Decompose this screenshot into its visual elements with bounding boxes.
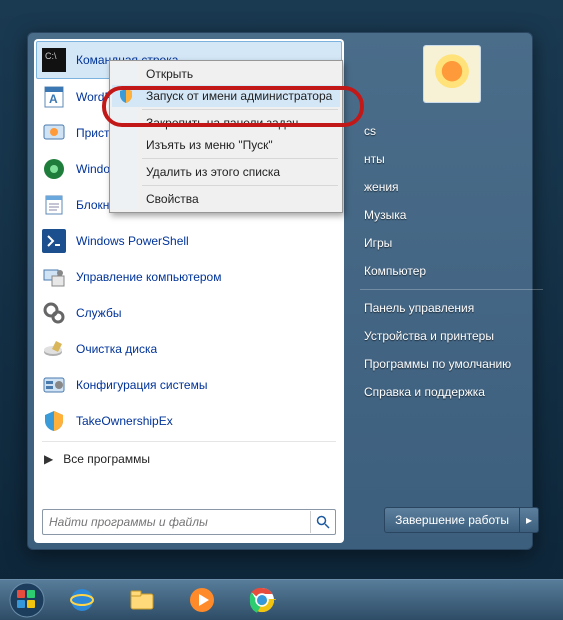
chevron-right-icon[interactable]: ▸ (520, 508, 538, 532)
right-link[interactable]: Справка и поддержка (350, 378, 553, 406)
shutdown-label: Завершение работы (385, 508, 520, 532)
shutdown-button[interactable]: Завершение работы ▸ (384, 507, 539, 533)
powershell-icon (40, 227, 68, 255)
takeownership-icon (40, 407, 68, 435)
program-item-msconfig[interactable]: Конфигурация системы (36, 367, 342, 403)
right-link[interactable]: Игры (350, 229, 553, 257)
program-item-disk-cleanup[interactable]: Очистка диска (36, 331, 342, 367)
right-link[interactable]: нты (350, 145, 553, 173)
separator (42, 441, 336, 442)
shield-icon (118, 88, 134, 104)
program-item-takeownership[interactable]: TakeOwnershipEx (36, 403, 342, 439)
all-programs[interactable]: ▶ Все программы (36, 444, 342, 474)
right-link[interactable]: Панель управления (350, 294, 553, 322)
program-item-services[interactable]: Службы (36, 295, 342, 331)
cmd-icon: C:\ (40, 46, 68, 74)
right-link[interactable]: жения (350, 173, 553, 201)
chevron-right-icon: ▶ (44, 452, 53, 466)
program-label: Управление компьютером (76, 270, 221, 284)
program-label: Windows PowerShell (76, 234, 189, 248)
context-item-properties[interactable]: Свойства (112, 188, 340, 210)
notepad-icon (40, 191, 68, 219)
disk-cleanup-icon (40, 335, 68, 363)
computer-mgmt-icon (40, 263, 68, 291)
right-link[interactable]: cs (350, 117, 553, 145)
taskbar-chrome[interactable] (234, 582, 290, 618)
program-label: Службы (76, 306, 121, 320)
services-icon (40, 299, 68, 327)
separator (142, 185, 338, 186)
context-item-open[interactable]: Открыть (112, 63, 340, 85)
context-menu: Открыть Запуск от имени администратора З… (109, 60, 343, 213)
svg-text:C:\: C:\ (45, 51, 57, 61)
user-avatar[interactable] (423, 45, 481, 103)
svg-text:A: A (49, 92, 58, 106)
program-label: Конфигурация системы (76, 378, 207, 392)
taskbar-wmp[interactable] (174, 582, 230, 618)
getting-started-icon (40, 119, 68, 147)
start-menu-right-pane: cs нты жения Музыка Игры Компьютер Панел… (350, 39, 553, 543)
wordpad-icon: A (40, 83, 68, 111)
program-label: Очистка диска (76, 342, 157, 356)
taskbar-ie[interactable] (54, 582, 110, 618)
context-item-remove-list[interactable]: Удалить из этого списка (112, 161, 340, 183)
program-label: TakeOwnershipEx (76, 414, 173, 428)
all-programs-label: Все программы (63, 452, 150, 466)
right-link[interactable]: Компьютер (350, 257, 553, 285)
taskbar-explorer[interactable] (114, 582, 170, 618)
right-link[interactable]: Программы по умолчанию (350, 350, 553, 378)
search-input[interactable] (43, 512, 310, 532)
right-link[interactable]: Музыка (350, 201, 553, 229)
search-icon[interactable] (310, 511, 335, 533)
context-item-pin-taskbar[interactable]: Закрепить на панели задач (112, 112, 340, 134)
right-link[interactable]: Устройства и принтеры (350, 322, 553, 350)
context-item-unpin-start[interactable]: Изъять из меню "Пуск" (112, 134, 340, 156)
program-item-computer-mgmt[interactable]: Управление компьютером (36, 259, 342, 295)
context-item-run-as-admin[interactable]: Запуск от имени администратора (112, 85, 340, 107)
separator (142, 158, 338, 159)
separator (360, 289, 543, 290)
media-center-icon (40, 155, 68, 183)
search-box[interactable] (42, 509, 336, 535)
msconfig-icon (40, 371, 68, 399)
separator (142, 109, 338, 110)
program-item-powershell[interactable]: Windows PowerShell (36, 223, 342, 259)
start-button[interactable] (4, 581, 50, 619)
taskbar (0, 579, 563, 620)
